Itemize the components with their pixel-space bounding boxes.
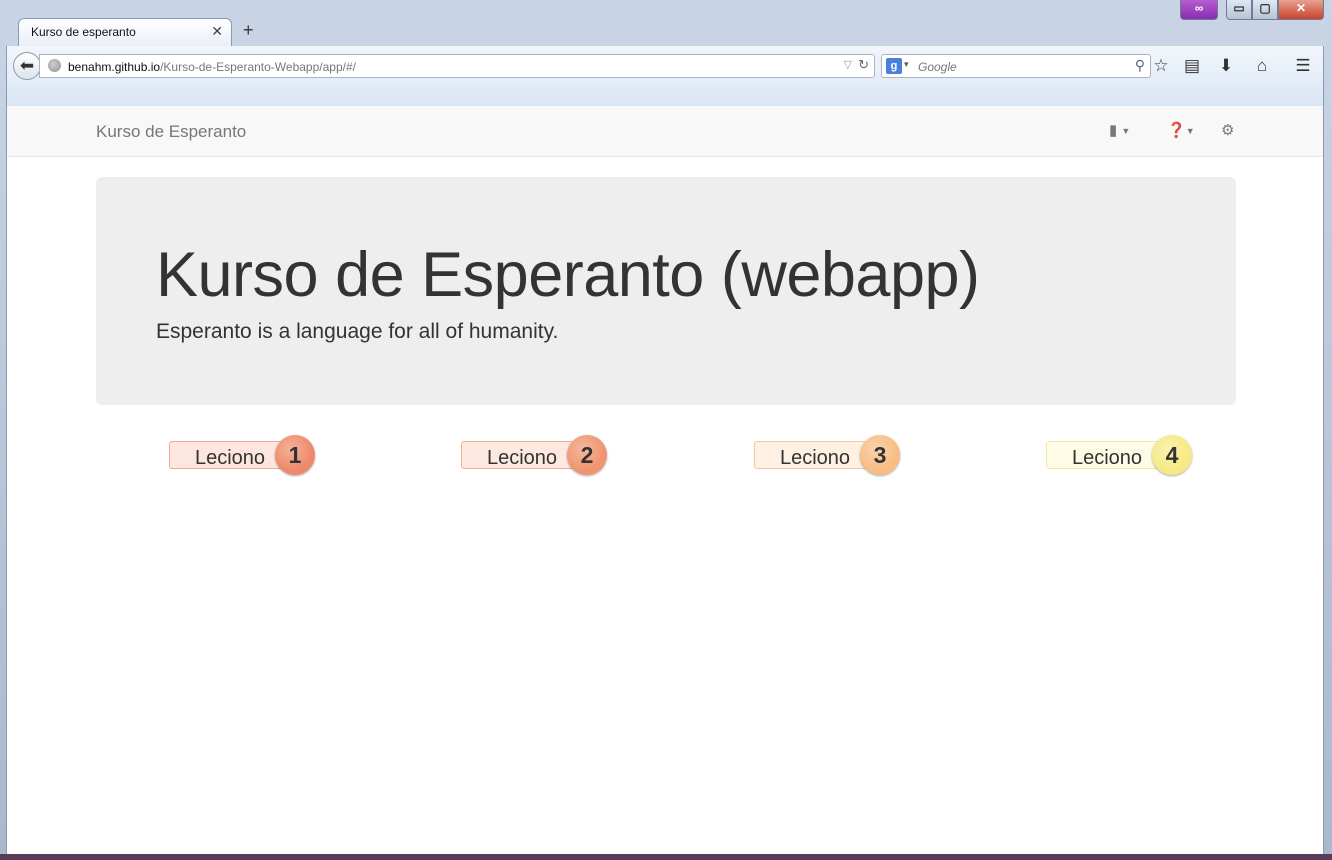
navbar-brand[interactable]: Kurso de Esperanto xyxy=(96,122,246,142)
globe-icon xyxy=(48,59,61,72)
address-bar[interactable]: benahm.github.io/Kurso-de-Esperanto-Weba… xyxy=(39,54,875,78)
search-engine-dropdown-icon[interactable]: ▾ xyxy=(904,59,909,70)
url-text[interactable]: benahm.github.io/Kurso-de-Esperanto-Weba… xyxy=(68,60,356,74)
lesson-label: Leciono xyxy=(486,447,558,469)
bookmark-star-icon[interactable]: ☆ xyxy=(1150,56,1172,76)
private-mask-icon[interactable]: ∞ xyxy=(1180,0,1218,20)
site-navbar: Kurso de Esperanto ▮ ▼ ❓▼ ⚙ xyxy=(7,106,1323,157)
home-icon[interactable]: ⌂ xyxy=(1251,56,1273,76)
gear-icon[interactable]: ⚙ xyxy=(1221,121,1234,139)
download-icon[interactable]: ⬇ xyxy=(1215,56,1237,76)
new-tab-button[interactable]: + xyxy=(243,20,254,41)
browser-tab[interactable]: Kurso de esperanto ✕ xyxy=(18,18,232,46)
navigation-toolbar: ⬅ benahm.github.io/Kurso-de-Esperanto-We… xyxy=(6,46,1324,106)
reading-list-icon[interactable]: ▤ xyxy=(1181,56,1203,76)
page-title: Kurso de Esperanto (webapp) xyxy=(156,240,980,310)
back-arrow-icon: ⬅ xyxy=(19,56,35,75)
taskbar-strip xyxy=(0,854,1332,860)
search-input[interactable] xyxy=(916,57,1120,77)
lesson-label: Leciono xyxy=(194,447,266,469)
search-bar: g ▾ ⚲ xyxy=(881,54,1151,78)
minimize-button[interactable]: ▭ xyxy=(1226,0,1252,20)
question-circle-icon[interactable]: ❓▼ xyxy=(1167,121,1195,139)
lesson-label: Leciono xyxy=(779,447,851,469)
chevron-down-icon: ▼ xyxy=(1121,126,1131,137)
tab-close-icon[interactable]: ✕ xyxy=(211,23,223,40)
tab-title: Kurso de esperanto xyxy=(31,25,136,39)
jumbotron: Kurso de Esperanto (webapp) Esperanto is… xyxy=(96,177,1236,405)
maximize-button[interactable]: ▢ xyxy=(1252,0,1278,20)
page-viewport: Kurso de Esperanto ▮ ▼ ❓▼ ⚙ Kurso de Esp… xyxy=(6,106,1324,854)
lesson-number-badge: 4 xyxy=(1152,435,1192,475)
url-dropdown-icon[interactable]: ▽ xyxy=(844,58,852,71)
page-subtitle: Esperanto is a language for all of human… xyxy=(156,320,559,343)
menu-icon[interactable]: ☰ xyxy=(1292,56,1314,76)
lesson-label: Leciono xyxy=(1071,447,1143,469)
close-window-button[interactable]: ✕ xyxy=(1278,0,1324,20)
google-logo-icon[interactable]: g xyxy=(886,58,902,74)
lesson-number-badge: 1 xyxy=(275,435,315,475)
back-button[interactable]: ⬅ xyxy=(13,52,41,80)
chevron-down-icon: ▼ xyxy=(1185,126,1195,137)
browser-window: Kurso de esperanto ✕ + ∞ ▭ ▢ ✕ ⬅ benahm.… xyxy=(0,0,1332,860)
lesson-number-badge: 3 xyxy=(860,435,900,475)
title-bar: Kurso de esperanto ✕ + ∞ ▭ ▢ ✕ xyxy=(0,0,1332,46)
reload-icon[interactable]: ↻ xyxy=(858,57,869,73)
search-magnifier-icon[interactable]: ⚲ xyxy=(1135,57,1145,74)
book-icon[interactable]: ▮ ▼ xyxy=(1109,121,1130,139)
lesson-number-badge: 2 xyxy=(567,435,607,475)
